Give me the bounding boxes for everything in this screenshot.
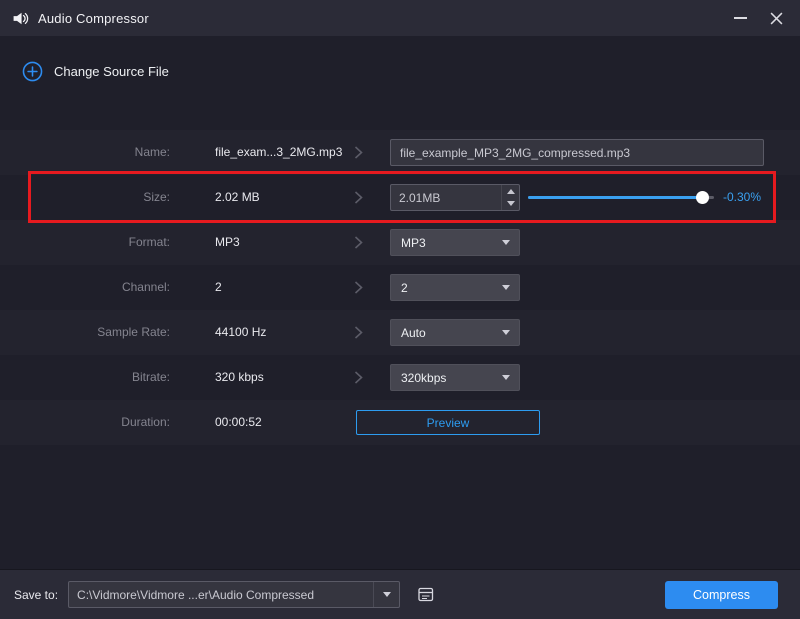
sample-rate-dropdown-value: Auto <box>401 326 426 340</box>
footer-bar: Save to: Compress <box>0 569 800 619</box>
save-path-dropdown-button[interactable] <box>373 582 399 607</box>
bitrate-dropdown-value: 320kbps <box>401 371 446 385</box>
size-label: Size: <box>0 175 170 220</box>
size-increase-button[interactable] <box>502 185 519 198</box>
caret-down-icon <box>502 240 510 245</box>
save-to-label: Save to: <box>14 588 58 602</box>
size-reduction-percent: -0.30% <box>723 175 761 220</box>
bitrate-row: Bitrate: 320 kbps 320kbps <box>0 355 800 400</box>
open-folder-button[interactable] <box>411 581 441 608</box>
open-folder-icon <box>417 586 436 603</box>
name-row: Name: file_exam...3_2MG.mp3 <box>0 130 800 175</box>
bitrate-label: Bitrate: <box>0 355 170 400</box>
name-source-value: file_exam...3_2MG.mp3 <box>215 130 342 175</box>
format-source-value: MP3 <box>215 220 240 265</box>
change-source-file-label: Change Source File <box>54 64 169 79</box>
size-slider-handle[interactable] <box>696 191 709 204</box>
size-slider-fill <box>528 196 703 199</box>
audio-compressor-window: Audio Compressor Change Source File Nam <box>0 0 800 619</box>
chevron-right-icon <box>354 371 363 384</box>
window-controls <box>722 0 800 36</box>
format-row: Format: MP3 MP3 <box>0 220 800 265</box>
plus-circle-icon <box>22 61 43 82</box>
format-dropdown-value: MP3 <box>401 236 426 250</box>
output-name-input[interactable] <box>390 139 764 166</box>
chevron-right-icon <box>354 326 363 339</box>
bitrate-dropdown[interactable]: 320kbps <box>390 364 520 391</box>
size-source-value: 2.02 MB <box>215 175 260 220</box>
caret-down-icon <box>502 375 510 380</box>
save-path-combo <box>68 581 400 608</box>
caret-down-icon <box>507 201 515 206</box>
duration-row: Duration: 00:00:52 Preview <box>0 400 800 445</box>
sample-rate-label: Sample Rate: <box>0 310 170 355</box>
sample-rate-dropdown[interactable]: Auto <box>390 319 520 346</box>
duration-label: Duration: <box>0 400 170 445</box>
size-slider[interactable] <box>528 175 714 220</box>
target-size-spinner <box>390 184 520 211</box>
caret-down-icon <box>502 285 510 290</box>
format-label: Format: <box>0 220 170 265</box>
close-button[interactable] <box>758 0 794 36</box>
size-decrease-button[interactable] <box>502 198 519 211</box>
size-row: Size: 2.02 MB <box>0 175 800 220</box>
parameter-rows: Name: file_exam...3_2MG.mp3 Size: 2.02 M… <box>0 130 800 445</box>
channel-dropdown[interactable]: 2 <box>390 274 520 301</box>
save-path-input[interactable] <box>69 582 373 607</box>
source-row: Change Source File <box>0 36 800 106</box>
chevron-right-icon <box>354 191 363 204</box>
close-icon <box>770 12 783 25</box>
titlebar: Audio Compressor <box>0 0 800 36</box>
channel-row: Channel: 2 2 <box>0 265 800 310</box>
chevron-right-icon <box>354 281 363 294</box>
minimize-button[interactable] <box>722 0 758 36</box>
compress-button[interactable]: Compress <box>665 581 778 609</box>
minimize-icon <box>734 17 747 19</box>
bitrate-source-value: 320 kbps <box>215 355 264 400</box>
speaker-icon <box>12 10 29 27</box>
chevron-right-icon <box>354 236 363 249</box>
caret-down-icon <box>383 592 391 597</box>
sample-rate-row: Sample Rate: 44100 Hz Auto <box>0 310 800 355</box>
window-title: Audio Compressor <box>38 11 149 26</box>
caret-down-icon <box>502 330 510 335</box>
channel-source-value: 2 <box>215 265 222 310</box>
change-source-file-button[interactable]: Change Source File <box>22 61 169 82</box>
caret-up-icon <box>507 189 515 194</box>
format-dropdown[interactable]: MP3 <box>390 229 520 256</box>
preview-button[interactable]: Preview <box>356 410 540 435</box>
name-label: Name: <box>0 130 170 175</box>
chevron-right-icon <box>354 146 363 159</box>
target-size-input[interactable] <box>391 185 501 210</box>
channel-label: Channel: <box>0 265 170 310</box>
spinner-buttons <box>501 185 519 210</box>
channel-dropdown-value: 2 <box>401 281 408 295</box>
sample-rate-source-value: 44100 Hz <box>215 310 266 355</box>
duration-value: 00:00:52 <box>215 400 262 445</box>
